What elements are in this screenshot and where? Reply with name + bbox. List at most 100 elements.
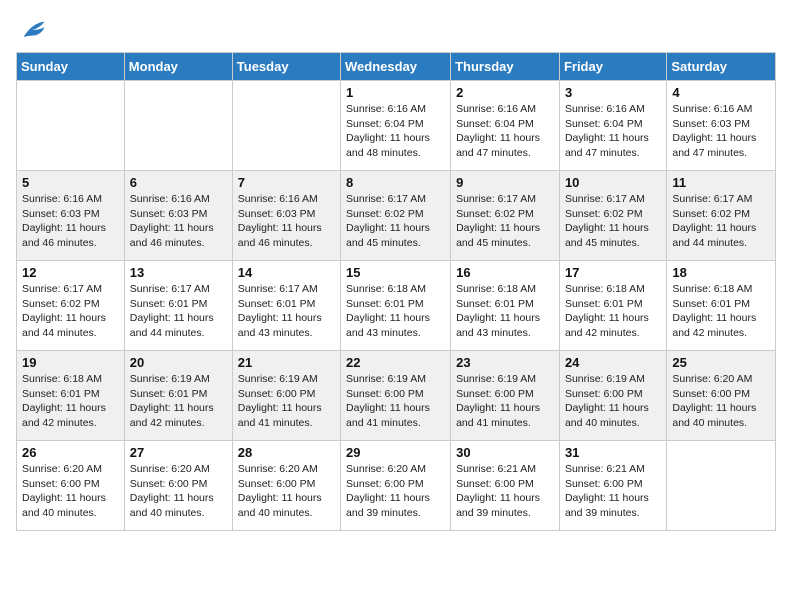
calendar-cell: 28 Sunrise: 6:20 AM Sunset: 6:00 PM Dayli…	[232, 441, 340, 531]
day-info: Sunrise: 6:17 AM Sunset: 6:02 PM Dayligh…	[672, 192, 770, 251]
week-row-2: 5 Sunrise: 6:16 AM Sunset: 6:03 PM Daylig…	[17, 171, 776, 261]
calendar-cell	[17, 81, 125, 171]
calendar-cell: 27 Sunrise: 6:20 AM Sunset: 6:00 PM Dayli…	[124, 441, 232, 531]
day-number: 18	[672, 265, 770, 280]
day-number: 31	[565, 445, 661, 460]
day-number: 25	[672, 355, 770, 370]
day-number: 27	[130, 445, 227, 460]
day-number: 13	[130, 265, 227, 280]
calendar-cell: 9 Sunrise: 6:17 AM Sunset: 6:02 PM Daylig…	[451, 171, 560, 261]
day-header-wednesday: Wednesday	[341, 53, 451, 81]
calendar-cell: 23 Sunrise: 6:19 AM Sunset: 6:00 PM Dayli…	[451, 351, 560, 441]
day-header-sunday: Sunday	[17, 53, 125, 81]
day-info: Sunrise: 6:21 AM Sunset: 6:00 PM Dayligh…	[565, 462, 661, 521]
day-info: Sunrise: 6:17 AM Sunset: 6:02 PM Dayligh…	[456, 192, 554, 251]
day-number: 24	[565, 355, 661, 370]
day-info: Sunrise: 6:19 AM Sunset: 6:00 PM Dayligh…	[456, 372, 554, 431]
day-header-friday: Friday	[559, 53, 666, 81]
day-info: Sunrise: 6:17 AM Sunset: 6:02 PM Dayligh…	[22, 282, 119, 341]
calendar-cell: 1 Sunrise: 6:16 AM Sunset: 6:04 PM Daylig…	[341, 81, 451, 171]
day-info: Sunrise: 6:17 AM Sunset: 6:01 PM Dayligh…	[130, 282, 227, 341]
day-number: 19	[22, 355, 119, 370]
day-info: Sunrise: 6:19 AM Sunset: 6:00 PM Dayligh…	[565, 372, 661, 431]
day-number: 5	[22, 175, 119, 190]
calendar-cell: 15 Sunrise: 6:18 AM Sunset: 6:01 PM Dayli…	[341, 261, 451, 351]
day-info: Sunrise: 6:16 AM Sunset: 6:03 PM Dayligh…	[22, 192, 119, 251]
day-number: 2	[456, 85, 554, 100]
calendar-cell: 4 Sunrise: 6:16 AM Sunset: 6:03 PM Daylig…	[667, 81, 776, 171]
calendar-cell: 30 Sunrise: 6:21 AM Sunset: 6:00 PM Dayli…	[451, 441, 560, 531]
logo	[16, 16, 46, 44]
calendar-cell: 21 Sunrise: 6:19 AM Sunset: 6:00 PM Dayli…	[232, 351, 340, 441]
day-number: 20	[130, 355, 227, 370]
day-info: Sunrise: 6:16 AM Sunset: 6:03 PM Dayligh…	[130, 192, 227, 251]
calendar-cell: 3 Sunrise: 6:16 AM Sunset: 6:04 PM Daylig…	[559, 81, 666, 171]
calendar-cell: 8Sunrise: 6:17 AM Sunset: 6:02 PM Daylig…	[341, 171, 451, 261]
day-info: Sunrise: 6:21 AM Sunset: 6:00 PM Dayligh…	[456, 462, 554, 521]
day-number: 23	[456, 355, 554, 370]
calendar-cell: 29Sunrise: 6:20 AM Sunset: 6:00 PM Dayli…	[341, 441, 451, 531]
day-info: Sunrise: 6:16 AM Sunset: 6:04 PM Dayligh…	[565, 102, 661, 161]
calendar-header-row: SundayMondayTuesdayWednesdayThursdayFrid…	[17, 53, 776, 81]
day-info: Sunrise: 6:20 AM Sunset: 6:00 PM Dayligh…	[22, 462, 119, 521]
calendar-cell: 7 Sunrise: 6:16 AM Sunset: 6:03 PM Daylig…	[232, 171, 340, 261]
page-header	[16, 16, 776, 44]
calendar-cell: 16 Sunrise: 6:18 AM Sunset: 6:01 PM Dayli…	[451, 261, 560, 351]
day-number: 10	[565, 175, 661, 190]
day-info: Sunrise: 6:16 AM Sunset: 6:03 PM Dayligh…	[672, 102, 770, 161]
calendar-cell: 18Sunrise: 6:18 AM Sunset: 6:01 PM Dayli…	[667, 261, 776, 351]
day-number: 3	[565, 85, 661, 100]
calendar-cell: 10 Sunrise: 6:17 AM Sunset: 6:02 PM Dayli…	[559, 171, 666, 261]
week-row-4: 19Sunrise: 6:18 AM Sunset: 6:01 PM Dayli…	[17, 351, 776, 441]
calendar-cell: 2 Sunrise: 6:16 AM Sunset: 6:04 PM Daylig…	[451, 81, 560, 171]
calendar-cell: 14 Sunrise: 6:17 AM Sunset: 6:01 PM Dayli…	[232, 261, 340, 351]
day-number: 8	[346, 175, 445, 190]
calendar-cell: 13 Sunrise: 6:17 AM Sunset: 6:01 PM Dayli…	[124, 261, 232, 351]
calendar-cell: 31 Sunrise: 6:21 AM Sunset: 6:00 PM Dayli…	[559, 441, 666, 531]
day-info: Sunrise: 6:17 AM Sunset: 6:01 PM Dayligh…	[238, 282, 335, 341]
day-info: Sunrise: 6:19 AM Sunset: 6:00 PM Dayligh…	[238, 372, 335, 431]
day-number: 28	[238, 445, 335, 460]
day-number: 21	[238, 355, 335, 370]
day-number: 22	[346, 355, 445, 370]
calendar-cell: 5 Sunrise: 6:16 AM Sunset: 6:03 PM Daylig…	[17, 171, 125, 261]
day-info: Sunrise: 6:16 AM Sunset: 6:04 PM Dayligh…	[456, 102, 554, 161]
day-number: 26	[22, 445, 119, 460]
day-number: 6	[130, 175, 227, 190]
day-info: Sunrise: 6:20 AM Sunset: 6:00 PM Dayligh…	[130, 462, 227, 521]
calendar-cell: 22 Sunrise: 6:19 AM Sunset: 6:00 PM Dayli…	[341, 351, 451, 441]
day-number: 7	[238, 175, 335, 190]
calendar-cell: 6 Sunrise: 6:16 AM Sunset: 6:03 PM Daylig…	[124, 171, 232, 261]
day-number: 4	[672, 85, 770, 100]
day-number: 16	[456, 265, 554, 280]
day-number: 15	[346, 265, 445, 280]
day-number: 9	[456, 175, 554, 190]
day-header-saturday: Saturday	[667, 53, 776, 81]
calendar-cell: 12 Sunrise: 6:17 AM Sunset: 6:02 PM Dayli…	[17, 261, 125, 351]
week-row-3: 12 Sunrise: 6:17 AM Sunset: 6:02 PM Dayli…	[17, 261, 776, 351]
calendar-cell	[124, 81, 232, 171]
day-number: 1	[346, 85, 445, 100]
week-row-1: 1 Sunrise: 6:16 AM Sunset: 6:04 PM Daylig…	[17, 81, 776, 171]
day-info: Sunrise: 6:19 AM Sunset: 6:00 PM Dayligh…	[346, 372, 445, 431]
logo-bird-icon	[18, 16, 46, 44]
day-header-thursday: Thursday	[451, 53, 560, 81]
day-info: Sunrise: 6:18 AM Sunset: 6:01 PM Dayligh…	[346, 282, 445, 341]
day-info: Sunrise: 6:16 AM Sunset: 6:04 PM Dayligh…	[346, 102, 445, 161]
day-number: 29	[346, 445, 445, 460]
day-info: Sunrise: 6:19 AM Sunset: 6:01 PM Dayligh…	[130, 372, 227, 431]
day-info: Sunrise: 6:17 AM Sunset: 6:02 PM Dayligh…	[565, 192, 661, 251]
day-number: 30	[456, 445, 554, 460]
day-info: Sunrise: 6:20 AM Sunset: 6:00 PM Dayligh…	[238, 462, 335, 521]
calendar-table: SundayMondayTuesdayWednesdayThursdayFrid…	[16, 52, 776, 531]
calendar-cell: 17Sunrise: 6:18 AM Sunset: 6:01 PM Dayli…	[559, 261, 666, 351]
calendar-cell	[232, 81, 340, 171]
day-number: 14	[238, 265, 335, 280]
calendar-cell	[667, 441, 776, 531]
day-number: 12	[22, 265, 119, 280]
day-info: Sunrise: 6:18 AM Sunset: 6:01 PM Dayligh…	[456, 282, 554, 341]
day-number: 11	[672, 175, 770, 190]
calendar-cell: 20 Sunrise: 6:19 AM Sunset: 6:01 PM Dayli…	[124, 351, 232, 441]
day-info: Sunrise: 6:16 AM Sunset: 6:03 PM Dayligh…	[238, 192, 335, 251]
day-info: Sunrise: 6:20 AM Sunset: 6:00 PM Dayligh…	[672, 372, 770, 431]
